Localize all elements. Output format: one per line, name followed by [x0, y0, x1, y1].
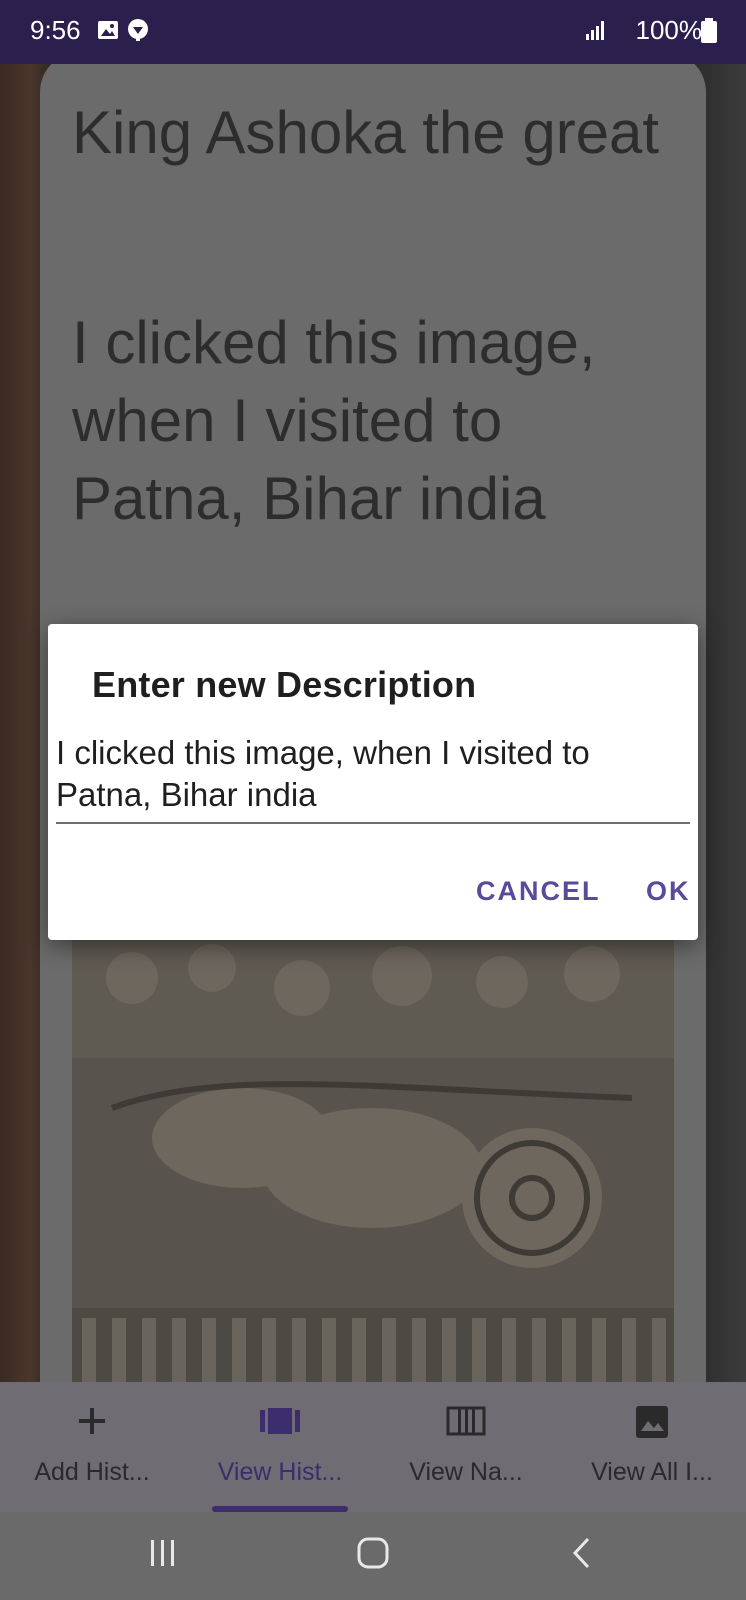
recent-apps-icon[interactable] [148, 1536, 178, 1575]
nav-label: Add Hist... [34, 1458, 150, 1486]
home-icon[interactable] [356, 1536, 390, 1575]
ok-button[interactable]: OK [638, 872, 699, 911]
card-description: I clicked this image, when I visited to … [72, 309, 596, 532]
history-image [72, 938, 674, 1382]
plus-icon [75, 1404, 109, 1443]
system-navigation-bar [0, 1512, 746, 1600]
edit-description-dialog: Enter new Description CANCEL OK [48, 624, 698, 940]
battery-icon [700, 18, 724, 43]
nav-view-history[interactable]: View Hist... [190, 1382, 370, 1512]
nav-view-all-images[interactable]: View All I... [562, 1382, 742, 1512]
notification-icon [126, 18, 150, 42]
nav-label: View All I... [591, 1458, 713, 1486]
nav-add-history[interactable]: Add Hist... [2, 1382, 182, 1512]
signal-icon [584, 18, 608, 42]
image-icon [634, 1404, 670, 1445]
cancel-button[interactable]: CANCEL [468, 872, 609, 911]
nav-label: View Hist... [217, 1458, 343, 1486]
gallery-icon [96, 18, 120, 42]
carousel-icon [260, 1404, 300, 1443]
status-bar: 9:56 100% [0, 0, 746, 64]
nav-label: View Na... [409, 1458, 523, 1486]
status-time: 9:56 [30, 15, 81, 45]
view-column-icon [446, 1404, 486, 1443]
battery-percent: 100% [635, 15, 703, 45]
card-title: King Ashoka the great [72, 99, 660, 166]
nav-view-names[interactable]: View Na... [376, 1382, 556, 1512]
dialog-title: Enter new Description [92, 664, 477, 705]
back-icon[interactable] [570, 1536, 594, 1575]
description-input[interactable] [56, 732, 690, 824]
bottom-navigation: Add Hist... View Hist... View Na... View… [0, 1382, 746, 1512]
